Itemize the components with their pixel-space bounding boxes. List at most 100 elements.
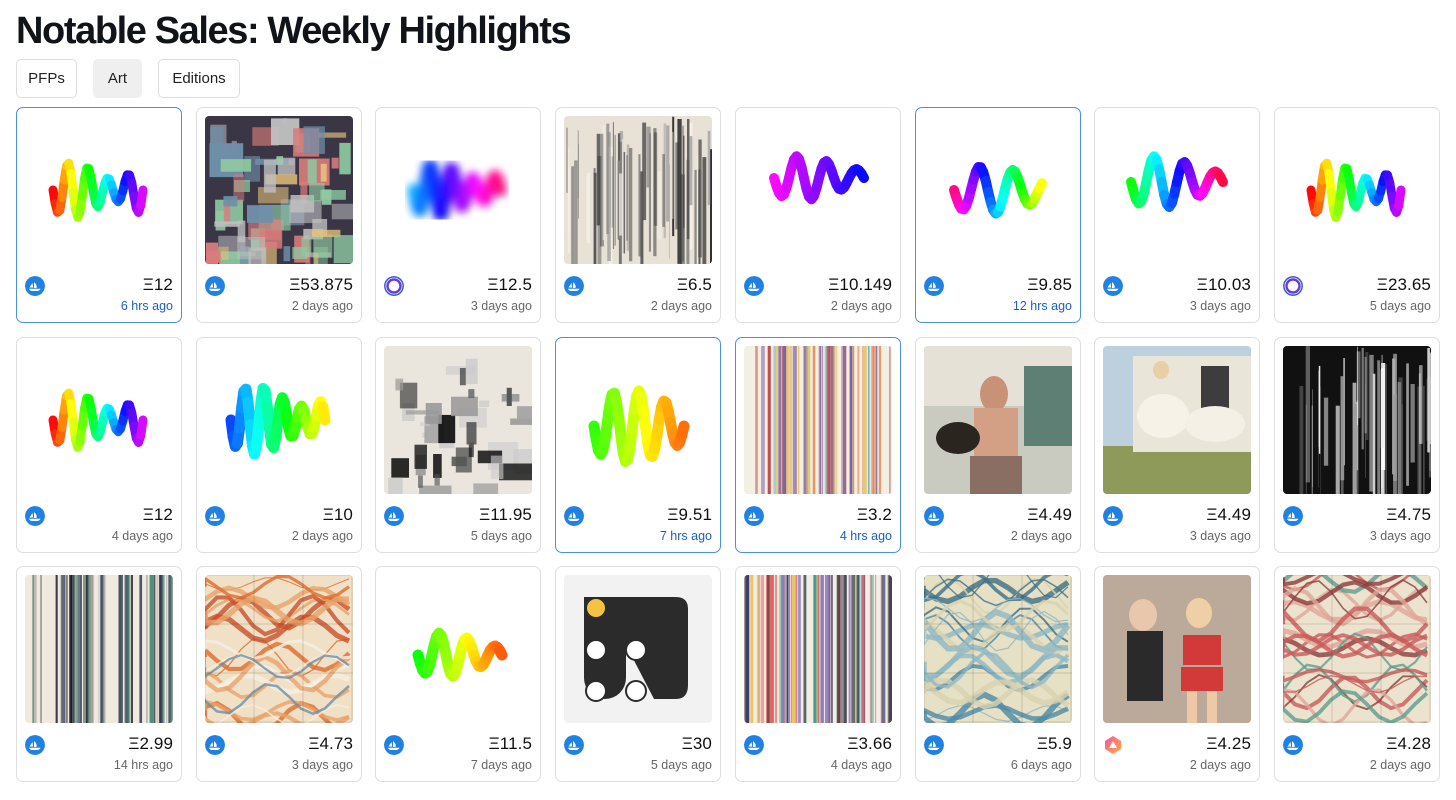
opensea-icon[interactable] bbox=[25, 276, 45, 296]
sale-card[interactable]: Ξ5.9 6 days ago bbox=[915, 566, 1081, 782]
sale-card[interactable]: Ξ4.25 2 days ago bbox=[1094, 566, 1260, 782]
artwork-thumbnail[interactable] bbox=[25, 575, 173, 723]
tab-pfps[interactable]: PFPs bbox=[16, 59, 77, 98]
artwork-thumbnail[interactable] bbox=[1103, 346, 1251, 494]
sale-card[interactable]: Ξ12 4 days ago bbox=[16, 337, 182, 553]
sale-price: Ξ10.149 bbox=[828, 275, 892, 294]
opensea-icon[interactable] bbox=[1103, 506, 1123, 526]
artwork-thumbnail[interactable] bbox=[384, 116, 532, 264]
sale-card[interactable]: Ξ10.149 2 days ago bbox=[735, 107, 901, 323]
sale-time: 4 days ago bbox=[830, 758, 892, 772]
artwork-thumbnail[interactable] bbox=[1283, 346, 1431, 494]
foundation-icon[interactable] bbox=[1103, 735, 1123, 755]
opensea-icon[interactable] bbox=[744, 506, 764, 526]
sale-time: 5 days ago bbox=[470, 529, 532, 543]
sale-card[interactable]: Ξ10 2 days ago bbox=[196, 337, 362, 553]
sale-time: 4 days ago bbox=[111, 529, 173, 543]
sale-price: Ξ6.5 bbox=[676, 275, 712, 294]
artwork-thumbnail[interactable] bbox=[205, 346, 353, 494]
sale-time: 4 hrs ago bbox=[839, 529, 892, 543]
artwork-thumbnail[interactable] bbox=[1283, 575, 1431, 723]
artwork-thumbnail[interactable] bbox=[564, 116, 712, 264]
opensea-icon[interactable] bbox=[744, 735, 764, 755]
rarible-ring-icon[interactable] bbox=[1283, 276, 1303, 296]
tab-art[interactable]: Art bbox=[93, 59, 142, 98]
opensea-icon[interactable] bbox=[25, 735, 45, 755]
rarible-ring-icon[interactable] bbox=[384, 276, 404, 296]
sale-time: 2 days ago bbox=[830, 299, 892, 313]
artwork-thumbnail[interactable] bbox=[1103, 575, 1251, 723]
artwork-thumbnail[interactable] bbox=[924, 346, 1072, 494]
sale-price: Ξ9.51 bbox=[667, 505, 712, 524]
sale-price: Ξ5.9 bbox=[1036, 734, 1072, 753]
sale-card[interactable]: Ξ2.99 14 hrs ago bbox=[16, 566, 182, 782]
opensea-icon[interactable] bbox=[564, 276, 584, 296]
sale-price: Ξ3.66 bbox=[847, 734, 892, 753]
sale-time: 5 days ago bbox=[1369, 299, 1431, 313]
opensea-icon[interactable] bbox=[25, 506, 45, 526]
opensea-icon[interactable] bbox=[384, 506, 404, 526]
sale-time: 3 days ago bbox=[1369, 529, 1431, 543]
sale-time: 6 days ago bbox=[1010, 758, 1072, 772]
artwork-thumbnail[interactable] bbox=[924, 116, 1072, 264]
sale-price: Ξ4.73 bbox=[308, 734, 353, 753]
sale-card[interactable]: Ξ53.875 2 days ago bbox=[196, 107, 362, 323]
artwork-thumbnail[interactable] bbox=[205, 116, 353, 264]
sale-card[interactable]: Ξ10.03 3 days ago bbox=[1094, 107, 1260, 323]
artwork-thumbnail[interactable] bbox=[924, 575, 1072, 723]
sale-time: 2 days ago bbox=[650, 299, 712, 313]
artwork-thumbnail[interactable] bbox=[1103, 116, 1251, 264]
opensea-icon[interactable] bbox=[205, 276, 225, 296]
opensea-icon[interactable] bbox=[924, 506, 944, 526]
sale-card[interactable]: Ξ6.5 2 days ago bbox=[555, 107, 721, 323]
artwork-thumbnail[interactable] bbox=[1283, 116, 1431, 264]
sale-card[interactable]: Ξ30 5 days ago bbox=[555, 566, 721, 782]
opensea-icon[interactable] bbox=[1103, 276, 1123, 296]
tab-editions[interactable]: Editions bbox=[158, 59, 240, 98]
sale-card[interactable]: Ξ9.51 7 hrs ago bbox=[555, 337, 721, 553]
artwork-thumbnail[interactable] bbox=[384, 346, 532, 494]
sale-price: Ξ12 bbox=[142, 505, 173, 524]
artwork-thumbnail[interactable] bbox=[205, 575, 353, 723]
sale-card[interactable]: Ξ3.66 4 days ago bbox=[735, 566, 901, 782]
sale-time: 2 days ago bbox=[1369, 758, 1431, 772]
opensea-icon[interactable] bbox=[564, 735, 584, 755]
sale-time: 5 days ago bbox=[650, 758, 712, 772]
sale-time: 14 hrs ago bbox=[113, 758, 173, 772]
opensea-icon[interactable] bbox=[1283, 506, 1303, 526]
sale-card[interactable]: Ξ12 6 hrs ago bbox=[16, 107, 182, 323]
opensea-icon[interactable] bbox=[205, 506, 225, 526]
artwork-thumbnail[interactable] bbox=[25, 116, 173, 264]
sale-card[interactable]: Ξ11.5 7 days ago bbox=[375, 566, 541, 782]
sale-price: Ξ11.95 bbox=[479, 505, 532, 524]
opensea-icon[interactable] bbox=[744, 276, 764, 296]
artwork-thumbnail[interactable] bbox=[744, 116, 892, 264]
artwork-thumbnail[interactable] bbox=[564, 346, 712, 494]
sale-price: Ξ30 bbox=[681, 734, 712, 753]
sale-card[interactable]: Ξ11.95 5 days ago bbox=[375, 337, 541, 553]
sale-price: Ξ3.2 bbox=[856, 505, 892, 524]
sale-card[interactable]: Ξ23.65 5 days ago bbox=[1274, 107, 1440, 323]
sale-card[interactable]: Ξ4.49 3 days ago bbox=[1094, 337, 1260, 553]
sale-card[interactable]: Ξ4.49 2 days ago bbox=[915, 337, 1081, 553]
sale-card[interactable]: Ξ3.2 4 hrs ago bbox=[735, 337, 901, 553]
artwork-thumbnail[interactable] bbox=[564, 575, 712, 723]
artwork-thumbnail[interactable] bbox=[744, 575, 892, 723]
artwork-thumbnail[interactable] bbox=[384, 575, 532, 723]
sale-card[interactable]: Ξ4.28 2 days ago bbox=[1274, 566, 1440, 782]
sale-card[interactable]: Ξ4.73 3 days ago bbox=[196, 566, 362, 782]
opensea-icon[interactable] bbox=[205, 735, 225, 755]
opensea-icon[interactable] bbox=[384, 735, 404, 755]
sale-card[interactable]: Ξ12.5 3 days ago bbox=[375, 107, 541, 323]
sale-price: Ξ4.49 bbox=[1206, 505, 1251, 524]
opensea-icon[interactable] bbox=[924, 276, 944, 296]
artwork-thumbnail[interactable] bbox=[744, 346, 892, 494]
sale-card[interactable]: Ξ4.75 3 days ago bbox=[1274, 337, 1440, 553]
sale-price: Ξ9.85 bbox=[1027, 275, 1072, 294]
opensea-icon[interactable] bbox=[924, 735, 944, 755]
opensea-icon[interactable] bbox=[564, 506, 584, 526]
sale-price: Ξ10 bbox=[322, 505, 353, 524]
sale-card[interactable]: Ξ9.85 12 hrs ago bbox=[915, 107, 1081, 323]
opensea-icon[interactable] bbox=[1283, 735, 1303, 755]
artwork-thumbnail[interactable] bbox=[25, 346, 173, 494]
